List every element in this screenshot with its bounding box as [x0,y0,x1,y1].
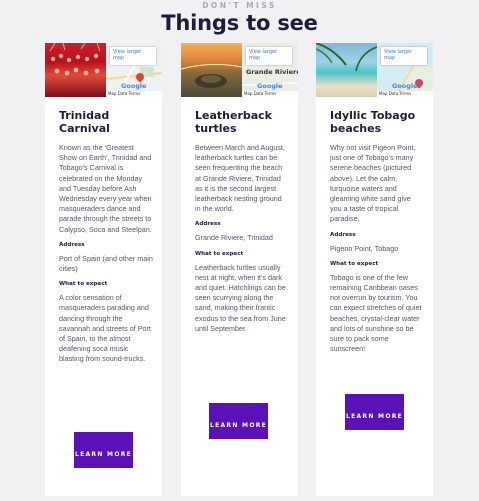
card-title: Trinidad Carnival [59,109,110,135]
address-label: Address [330,231,356,238]
address-label: Address [195,221,221,228]
embedded-map[interactable]: View larger map Google Map Data Terms [377,43,433,97]
card-expect: Leatherback turtles usually nest at nigh… [195,262,286,333]
attraction-card: View larger map Grande Riviere Google Ma… [181,43,298,496]
card-description: Known as the ‘Greatest Show on Earth’, T… [59,143,152,234]
turtle-beach-photo [181,43,242,97]
card-expect: A color sensation of masqueraders paradi… [59,293,151,364]
card-expect: Tobago is one of the few remaining Carib… [330,272,422,354]
map-attribution[interactable]: Map Data Terms [106,91,162,97]
view-larger-map-link[interactable]: View larger map [381,47,427,65]
card-title: Idyllic Tobago beaches [330,109,416,135]
learn-more-button[interactable]: LEARN MORE [74,432,133,468]
embedded-map[interactable]: View larger map Google Map Data Terms [106,43,162,97]
learn-more-button[interactable]: LEARN MORE [345,394,404,430]
card-address: Grande Riviere, Trinidad [195,233,273,243]
map-attribution[interactable]: Map Data Terms [377,91,433,97]
map-place-name: Grande Riviere [246,68,298,76]
google-logo: Google [257,82,283,90]
expect-label: What to expect [59,281,108,288]
beach-photo [316,43,377,97]
card-address: Pigeon Point, Tobago [330,243,399,253]
google-logo: Google [121,82,147,90]
expect-label: What to expect [195,250,244,257]
address-label: Address [59,241,85,248]
card-address: Port of Spain (and other main cities) [59,253,153,274]
map-attribution[interactable]: Map Data Terms [242,91,298,97]
carnival-photo [45,43,106,97]
view-larger-map-link[interactable]: View larger map [110,47,156,65]
attraction-card: View larger map Google Map Data Terms Id… [316,43,433,496]
view-larger-map-link[interactable]: View larger map [246,47,292,65]
card-media: View larger map Google Map Data Terms [316,43,433,97]
learn-more-button[interactable]: LEARN MORE [209,403,268,439]
card-title: Leatherback turtles [195,109,272,135]
card-description: Why not visit Pigeon Point, just one of … [330,143,416,224]
google-logo: Google [392,82,418,90]
card-media: View larger map Google Map Data Terms [45,43,162,97]
section-kicker: DON'T MISS [202,1,277,10]
card-description: Between March and August, leatherback tu… [195,143,285,214]
embedded-map[interactable]: View larger map Grande Riviere Google Ma… [242,43,298,97]
card-media: View larger map Grande Riviere Google Ma… [181,43,298,97]
section-title: Things to see [161,11,318,35]
expect-label: What to expect [330,260,379,267]
attraction-card: View larger map Google Map Data Terms Tr… [45,43,162,496]
